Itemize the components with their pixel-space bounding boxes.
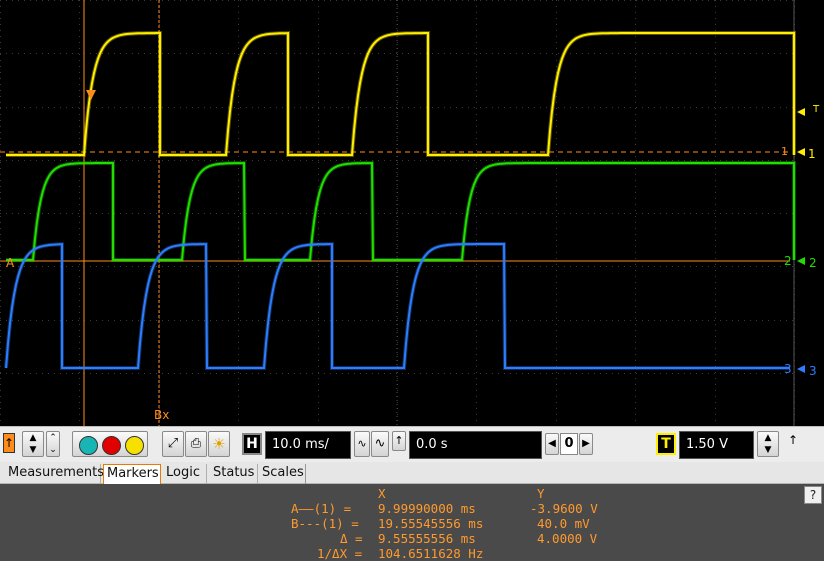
help-button[interactable]: ?: [804, 486, 822, 504]
marker-delta-x: 9.55555556 ms: [378, 531, 476, 546]
trigger-arrow-icon[interactable]: ↑: [786, 431, 800, 449]
tab-markers[interactable]: Markers: [103, 464, 161, 484]
marker-a-x: 9.99990000 ms: [378, 501, 476, 516]
tab-status[interactable]: Status: [210, 464, 258, 484]
channel2-ground-icon[interactable]: [797, 257, 805, 265]
trace-line: [6, 32, 795, 156]
marker-b-x: 19.55545556 ms: [378, 516, 484, 531]
waveform-canvas: [0, 0, 805, 426]
markers-column-y: Y: [537, 486, 545, 501]
printer-icon[interactable]: ⎙: [185, 431, 207, 457]
trigger-button[interactable]: T: [656, 433, 676, 455]
horizontal-button[interactable]: H: [242, 433, 262, 455]
stop-icon[interactable]: [102, 436, 121, 455]
channel1-ref-label: 1: [781, 145, 788, 158]
channel3-ground-icon[interactable]: [797, 365, 805, 373]
trigger-marker-label: T: [813, 104, 820, 115]
tab-logic[interactable]: Logic: [163, 464, 207, 484]
channel3-label: 3: [784, 362, 792, 376]
trigger-level-icon[interactable]: [797, 108, 805, 116]
marker-delta-y: 4.0000 V: [537, 531, 598, 546]
channel2-label: 2: [784, 254, 792, 268]
delay-field[interactable]: 0.0 s: [409, 431, 542, 459]
trigger-level-field[interactable]: 1.50 V: [679, 431, 754, 459]
cursor-a-label: A: [6, 256, 15, 270]
fine-adjust-icon[interactable]: ∿: [354, 431, 370, 457]
wave-adjust-icon[interactable]: ∿: [371, 431, 389, 457]
bottom-tabs: Measurements Markers Logic Status Scales: [0, 462, 824, 484]
marker-a-label: A——(1) =: [291, 501, 352, 516]
control-toolbar: ↑ ▲ ▼ ⌃ ⌄ ⤢ ⎙ ☀ H 10.0 ms/ ∿ ∿ ↑ 0.0 s ◀ 0…: [0, 426, 824, 462]
delay-position-value[interactable]: 0: [560, 433, 578, 455]
markers-panel: X Y A——(1) = 9.99990000 ms -3.9600 V B--…: [0, 484, 824, 561]
display-brightness-icon[interactable]: ☀: [208, 431, 230, 457]
trace-glow: [6, 30, 796, 157]
delay-left-button[interactable]: ◀: [545, 433, 559, 455]
marker-inverse-delta-label: 1/ΔX =: [317, 546, 363, 561]
waveform-display[interactable]: A Bx 1 T 1 2 2 3 3: [0, 0, 824, 426]
channel2-trace: [6, 160, 796, 262]
delay-reference-icon[interactable]: ↑: [392, 431, 406, 451]
channel3-right-label: 3: [809, 364, 817, 378]
trigger-point-icon: [86, 90, 96, 100]
trace-glow: [6, 160, 796, 262]
expand-collapse-button[interactable]: ⌃ ⌄: [46, 431, 60, 457]
marker-a-y: -3.9600 V: [530, 501, 598, 516]
tab-measurements[interactable]: Measurements: [5, 464, 104, 484]
channel1-label: 1: [808, 147, 816, 161]
marker-delta-label: Δ =: [340, 531, 363, 546]
markers-column-x: X: [378, 486, 386, 501]
trace-line: [6, 161, 795, 261]
single-icon[interactable]: [125, 436, 144, 455]
orange-arrow-icon[interactable]: ↑: [3, 433, 15, 453]
updown-arrows-button[interactable]: ▲ ▼: [22, 431, 44, 457]
marker-inverse-delta-x: 104.6511628 Hz: [378, 546, 484, 561]
run-controls: [72, 431, 148, 457]
autoscale-icon[interactable]: ⤢: [162, 431, 184, 457]
trigger-level-stepper[interactable]: ▲ ▼: [757, 431, 779, 457]
marker-b-y: 40.0 mV: [537, 516, 590, 531]
timebase-field[interactable]: 10.0 ms/: [265, 431, 351, 459]
channel1-ground-icon[interactable]: [797, 148, 805, 156]
run-stop-icon[interactable]: [79, 436, 98, 455]
marker-b-label: B---(1) =: [291, 516, 359, 531]
delay-right-button[interactable]: ▶: [579, 433, 593, 455]
cursor-b-label: Bx: [154, 408, 170, 422]
tab-scales[interactable]: Scales: [259, 464, 306, 484]
channel2-right-label: 2: [809, 256, 817, 270]
channel1-trace: [6, 30, 796, 157]
